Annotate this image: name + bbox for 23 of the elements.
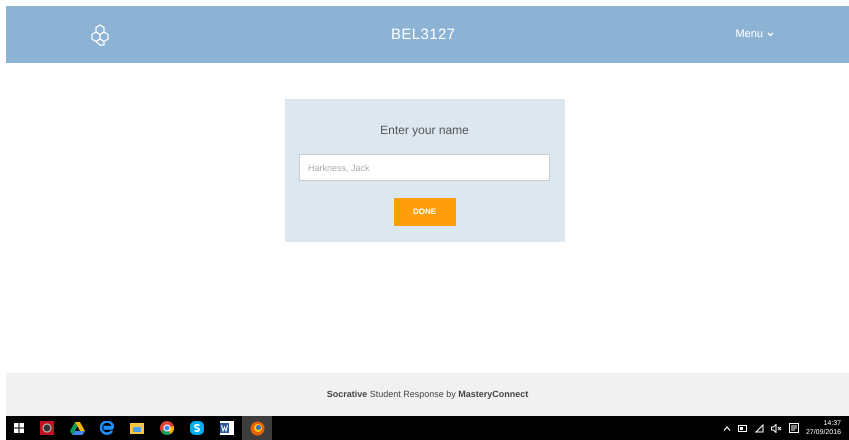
form-heading: Enter your name	[380, 122, 469, 139]
circle-logo-icon	[160, 421, 174, 435]
name-input-field[interactable]: Harkness, Jack	[299, 154, 550, 181]
speaker-muted-icon	[770, 424, 782, 432]
hexagon-logo-icon	[89, 24, 111, 46]
triangle-logo-icon	[70, 422, 84, 434]
notification-icon	[788, 423, 799, 433]
record-app-icon	[40, 421, 54, 435]
fox-globe-icon	[250, 420, 264, 436]
folder-icon	[130, 422, 144, 434]
menu-button[interactable]: Menu	[735, 26, 774, 43]
footer-credit: Socrative Student Response by MasteryConnect	[326, 388, 528, 401]
taskbar-app-button[interactable]	[242, 416, 272, 440]
caret-up-icon	[722, 426, 731, 430]
wifi-signal-icon	[754, 424, 764, 432]
done-button[interactable]: DONE	[394, 198, 456, 226]
document-logo-icon	[220, 421, 234, 435]
windows-logo-icon	[14, 423, 24, 433]
e-logo-icon	[100, 421, 114, 435]
page-title: BEL3127	[391, 26, 456, 42]
chevron-down-icon	[767, 32, 774, 37]
battery-icon	[738, 424, 748, 432]
s-logo-icon	[190, 421, 204, 435]
